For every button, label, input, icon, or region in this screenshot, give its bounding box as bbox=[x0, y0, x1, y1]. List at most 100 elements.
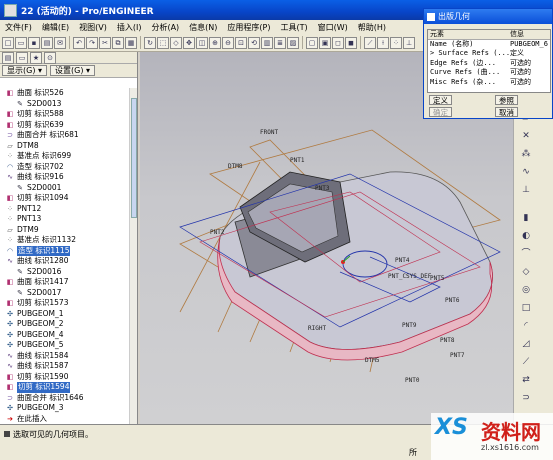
table-row[interactable]: Curve Refs (曲... 可选的 bbox=[428, 68, 550, 78]
tree-item[interactable]: ✎ S2D0016 bbox=[0, 267, 130, 278]
settings-dropdown[interactable]: 设置(G) ▾ bbox=[50, 65, 95, 76]
selection-filter[interactable]: 所 bbox=[409, 447, 417, 458]
copy-icon[interactable]: ⧉ bbox=[112, 36, 124, 49]
tree-item[interactable]: ◠ 造型 标识702 bbox=[0, 162, 130, 173]
hole-tool-icon[interactable]: ◎ bbox=[520, 284, 532, 296]
table-row[interactable]: > Surface Refs (... 定义 bbox=[428, 49, 550, 59]
shell-tool-icon[interactable]: □ bbox=[520, 302, 532, 314]
menu-view[interactable]: 视图(V) bbox=[74, 22, 112, 33]
menu-insert[interactable]: 插入(I) bbox=[112, 22, 147, 33]
sweep-tool-icon[interactable]: ⌒ bbox=[520, 248, 532, 260]
orient-icon[interactable]: ◫ bbox=[196, 36, 208, 49]
show-dropdown[interactable]: 显示(G) ▾ bbox=[2, 65, 47, 76]
datum-points-icon[interactable]: ⁘ bbox=[390, 36, 402, 49]
reorient-icon[interactable]: ⟲ bbox=[248, 36, 260, 49]
tree-item[interactable]: ✎ S2D0017 bbox=[0, 288, 130, 299]
ok-button[interactable]: 确定 bbox=[429, 107, 452, 117]
extrude-tool-icon[interactable]: ▮ bbox=[520, 212, 532, 224]
references-button[interactable]: 参照 bbox=[495, 95, 518, 105]
tree-item[interactable]: ✣ PUBGEOM_1 bbox=[0, 309, 130, 320]
tree-item[interactable]: ◧ 切剪 标识1094 bbox=[0, 193, 130, 204]
tree-item[interactable]: ✣ PUBGEOM_3 bbox=[0, 403, 130, 414]
cancel-button[interactable]: 取消 bbox=[495, 107, 518, 117]
connections-icon[interactable]: ⊙ bbox=[44, 51, 56, 64]
tree-item[interactable]: ∿ 曲线 标识1587 bbox=[0, 361, 130, 372]
table-row[interactable]: Misc Refs (杂... 可选的 bbox=[428, 78, 550, 88]
zoom-in-icon[interactable]: ⊕ bbox=[209, 36, 221, 49]
tree-item[interactable]: ◠ 造型 标识1115 bbox=[0, 245, 130, 256]
tree-item[interactable]: ◧ 切剪 标识639 bbox=[0, 120, 130, 131]
tree-item[interactable]: ∿ 曲线 标识1584 bbox=[0, 351, 130, 362]
datum-axis-tool-icon[interactable]: ✕ bbox=[520, 130, 532, 142]
tree-item[interactable]: ⁘ PNT13 bbox=[0, 214, 130, 225]
select-icon[interactable]: ⬚ bbox=[157, 36, 169, 49]
new-file-icon[interactable]: □ bbox=[2, 36, 14, 49]
tree-item[interactable]: ✣ PUBGEOM_2 bbox=[0, 319, 130, 330]
redo-icon[interactable]: ↷ bbox=[86, 36, 98, 49]
tree-item[interactable]: ⁘ 基准点 标识1132 bbox=[0, 235, 130, 246]
tree-item[interactable]: ✎ S2D0013 bbox=[0, 99, 130, 110]
tree-item[interactable]: ⊃ 曲面合并 标识1646 bbox=[0, 393, 130, 404]
tree-item[interactable]: ◧ 切剪 标识1590 bbox=[0, 372, 130, 383]
menu-window[interactable]: 窗口(W) bbox=[313, 22, 353, 33]
tree-item[interactable]: ◧ 切剪 标识1594 bbox=[0, 382, 130, 393]
menu-edit[interactable]: 编辑(E) bbox=[37, 22, 74, 33]
favorites-icon[interactable]: ★ bbox=[30, 51, 42, 64]
zoom-out-icon[interactable]: ⊖ bbox=[222, 36, 234, 49]
tree-item[interactable]: ⁘ 基准点 标识699 bbox=[0, 151, 130, 162]
print-icon[interactable]: ▤ bbox=[41, 36, 53, 49]
model-tree-icon[interactable]: ▤ bbox=[2, 51, 14, 64]
tree-item[interactable]: ⁘ PNT12 bbox=[0, 204, 130, 215]
layers-icon[interactable]: ≣ bbox=[274, 36, 286, 49]
blend-tool-icon[interactable]: ◇ bbox=[520, 266, 532, 278]
draft-tool-icon[interactable]: ⟋ bbox=[520, 356, 532, 368]
email-icon[interactable]: ✉ bbox=[54, 36, 66, 49]
table-row[interactable]: Edge Refs (边... 可选的 bbox=[428, 59, 550, 69]
save-icon[interactable]: ▪ bbox=[28, 36, 40, 49]
menu-tools[interactable]: 工具(T) bbox=[276, 22, 313, 33]
menu-help[interactable]: 帮助(H) bbox=[353, 22, 391, 33]
sketch-tool-icon[interactable]: ∿ bbox=[520, 166, 532, 178]
no-hidden-icon[interactable]: ◻ bbox=[332, 36, 344, 49]
tree-scrollbar[interactable] bbox=[129, 88, 137, 424]
tree-item[interactable]: ✣ PUBGEOM_4 bbox=[0, 330, 130, 341]
menu-file[interactable]: 文件(F) bbox=[0, 22, 37, 33]
tree-item[interactable]: ✣ PUBGEOM_5 bbox=[0, 340, 130, 351]
open-file-icon[interactable]: ▭ bbox=[15, 36, 27, 49]
chamfer-tool-icon[interactable]: ◿ bbox=[520, 338, 532, 350]
hidden-line-icon[interactable]: ▣ bbox=[319, 36, 331, 49]
wireframe-icon[interactable]: ▢ bbox=[306, 36, 318, 49]
tree-item[interactable]: ◧ 曲面 标识526 bbox=[0, 88, 130, 99]
mirror-tool-icon[interactable]: ⇄ bbox=[520, 374, 532, 386]
csys-tool-icon[interactable]: ⊥ bbox=[520, 184, 532, 196]
tree-item[interactable]: ◧ 切剪 标识1573 bbox=[0, 298, 130, 309]
table-row[interactable]: Name (名称) PUBGEOM_6 bbox=[428, 40, 550, 50]
define-button[interactable]: 定义 bbox=[429, 95, 452, 105]
tree-item[interactable]: ▱ DTM9 bbox=[0, 225, 130, 236]
tree-item[interactable]: ∿ 曲线 标识1280 bbox=[0, 256, 130, 267]
scrollbar-thumb[interactable] bbox=[131, 98, 137, 218]
tree-item[interactable]: ▱ DTM8 bbox=[0, 141, 130, 152]
undo-icon[interactable]: ↶ bbox=[73, 36, 85, 49]
tree-item[interactable]: ∿ 曲线 标识916 bbox=[0, 172, 130, 183]
tree-item[interactable]: ⊃ 曲面合并 标识681 bbox=[0, 130, 130, 141]
regenerate-icon[interactable]: ↻ bbox=[144, 36, 156, 49]
paste-icon[interactable]: ▦ bbox=[125, 36, 137, 49]
tree-item[interactable]: ◧ 切剪 标识588 bbox=[0, 109, 130, 120]
tree-item[interactable]: ✎ S2D0001 bbox=[0, 183, 130, 194]
repaint-icon[interactable]: ◇ bbox=[170, 36, 182, 49]
tree-item[interactable]: ◧ 曲面 标识1417 bbox=[0, 277, 130, 288]
datum-planes-icon[interactable]: ⟋ bbox=[364, 36, 376, 49]
view-manager-icon[interactable]: ▨ bbox=[287, 36, 299, 49]
menu-analysis[interactable]: 分析(A) bbox=[146, 22, 184, 33]
merge-tool-icon[interactable]: ⊃ bbox=[520, 392, 532, 404]
csys-icon[interactable]: ⊥ bbox=[403, 36, 415, 49]
revolve-tool-icon[interactable]: ◐ bbox=[520, 230, 532, 242]
menu-applications[interactable]: 应用程序(P) bbox=[222, 22, 275, 33]
datum-axes-icon[interactable]: ⟊ bbox=[377, 36, 389, 49]
shading-icon[interactable]: ◼ bbox=[345, 36, 357, 49]
saved-views-icon[interactable]: ▥ bbox=[261, 36, 273, 49]
round-tool-icon[interactable]: ◜ bbox=[520, 320, 532, 332]
tree-item[interactable]: ➔ 在此插入 bbox=[0, 414, 130, 425]
spin-center-icon[interactable]: ✥ bbox=[183, 36, 195, 49]
